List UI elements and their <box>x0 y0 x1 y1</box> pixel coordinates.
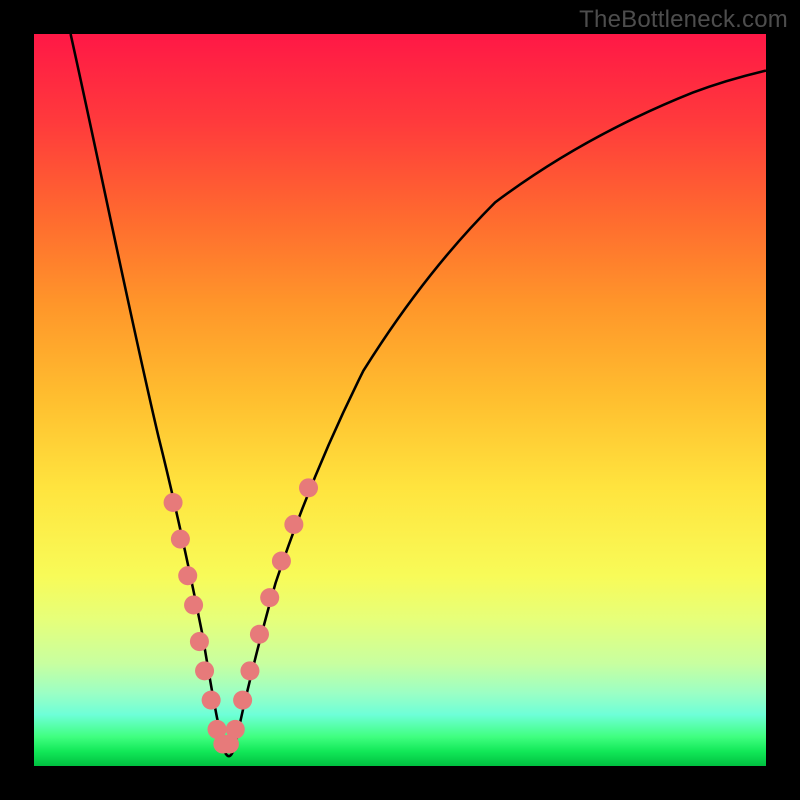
marker-dot <box>184 595 203 614</box>
attribution-text: TheBottleneck.com <box>579 6 788 34</box>
marker-dot <box>164 493 183 512</box>
marker-dot <box>233 691 252 710</box>
marker-dot <box>299 478 318 497</box>
marker-dot <box>226 720 245 739</box>
marker-dot <box>195 661 214 680</box>
chart-svg <box>34 34 766 766</box>
marker-dot <box>202 691 221 710</box>
marker-dot <box>190 632 209 651</box>
marker-dot <box>260 588 279 607</box>
marker-group <box>164 478 318 753</box>
marker-dot <box>284 515 303 534</box>
chart-frame: TheBottleneck.com <box>0 0 800 800</box>
marker-dot <box>272 552 291 571</box>
marker-dot <box>178 566 197 585</box>
bottleneck-curve <box>71 34 766 756</box>
marker-dot <box>240 661 259 680</box>
marker-dot <box>250 625 269 644</box>
marker-dot <box>171 530 190 549</box>
